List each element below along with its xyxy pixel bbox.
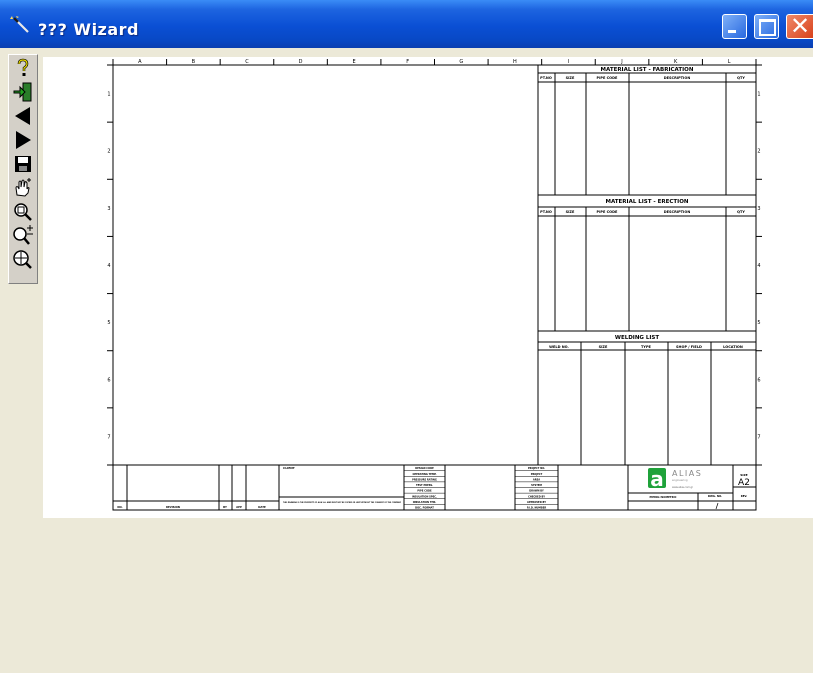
row-label: 5 (107, 320, 110, 326)
title-bar[interactable]: ??? Wizard ✕ (0, 0, 813, 48)
row-label: 2 (757, 149, 760, 155)
ere-header-pipecode: PIPE CODE (597, 210, 618, 214)
size-label: SIZE (740, 473, 748, 477)
title-block-field-label: APPROVED BY (527, 501, 546, 504)
fab-header-ptno: PT.NO (540, 76, 552, 80)
company-logo: a ALIAS engineering www.alias.com.gr (648, 467, 702, 491)
ere-header-qty: QTY (737, 210, 745, 214)
weld-header-location: LOCATION (723, 345, 743, 349)
column-label: H (513, 59, 517, 65)
weld-header-size: SIZE (599, 345, 608, 349)
row-label: 4 (107, 263, 110, 269)
title-block-field-label: P.I.D. NUMBER (527, 507, 547, 510)
company-name: ALIAS (672, 469, 702, 478)
forward-arrow-icon[interactable] (12, 129, 34, 151)
fabrication-title: MATERIAL LIST - FABRICATION (601, 67, 694, 73)
fab-header-size: SIZE (566, 76, 575, 80)
close-icon: ✕ (790, 12, 811, 40)
ere-header-size: SIZE (566, 210, 575, 214)
wizard-wand-icon (10, 16, 29, 33)
vertical-toolbar (8, 54, 38, 284)
left-margin (0, 48, 8, 673)
fab-header-qty: QTY (737, 76, 745, 80)
title-block-field-label: TEST PRESS. (416, 484, 433, 487)
row-label: 1 (757, 92, 760, 98)
exit-icon[interactable] (12, 81, 34, 103)
column-label: E (353, 59, 356, 65)
close-button[interactable]: ✕ (786, 12, 813, 40)
title-block-field-label: AREA (533, 478, 540, 481)
wizard-body-empty (43, 518, 813, 673)
rev-label: REV. (741, 494, 747, 498)
sheet-size-value: A2 (738, 478, 750, 488)
rev-header-revision: REVISION (166, 505, 180, 509)
welding-title: WELDING LIST (615, 335, 659, 341)
row-label: 5 (757, 320, 760, 326)
save-icon[interactable] (12, 153, 34, 175)
title-block-field-label: INSULATION SPEC. (412, 495, 437, 498)
drawing-canvas[interactable]: A B C D E F G H I J K L 1 1 2 2 3 3 4 4 5 5 6 6 7 7 MATERIAL LIS… (43, 57, 813, 518)
zoom-fit-icon[interactable] (12, 201, 34, 223)
maximize-button[interactable] (754, 14, 779, 39)
minimize-button[interactable] (722, 14, 747, 39)
row-label: 7 (757, 434, 760, 440)
row-label: 1 (107, 92, 110, 98)
title-block-field-label: PRESSURE RATING (412, 478, 437, 481)
drawing-sheet: A B C D E F G H I J K L 1 1 2 2 3 3 4 4 5 5 6 6 7 7 MATERIAL LIS… (107, 59, 762, 511)
company-site: www.alias.com.gr (672, 486, 693, 489)
pan-hand-icon[interactable] (12, 177, 34, 199)
row-label: 4 (757, 263, 760, 269)
title-block-field-label: OPERATING TEMP. (412, 473, 436, 476)
title-block-field-label: PROJECT NO. (528, 467, 545, 470)
back-arrow-icon[interactable] (12, 105, 34, 127)
weld-header-shopfield: SHOP / FIELD (676, 345, 702, 349)
row-label: 3 (757, 206, 760, 212)
column-label: K (674, 59, 678, 65)
help-icon[interactable] (12, 57, 34, 79)
column-label: I (568, 59, 569, 65)
title-block-field-label: INSULATION THK. (413, 501, 437, 504)
rev-header-by: BY (223, 505, 227, 509)
column-label: D (299, 59, 303, 65)
weld-header-no: WELD NO. (549, 345, 569, 349)
company-sub: engineering (672, 478, 688, 482)
row-label: 6 (107, 377, 110, 383)
title-block-field-label: DESIGN CODE (415, 467, 434, 470)
column-label: J (620, 59, 622, 65)
column-label: C (245, 59, 249, 65)
sheet-separator (715, 502, 719, 510)
title-block-field-label: CHECKED BY (528, 495, 545, 498)
fab-header-description: DESCRIPTION (664, 76, 691, 80)
ownership-note: THIS DRAWING IS THE PROPERTY OF ALIA S.A… (283, 502, 401, 504)
column-label: B (192, 59, 196, 65)
title-block-field-label: PIPE CODE (417, 490, 432, 493)
ere-header-ptno: PT.NO (540, 210, 552, 214)
column-label: F (406, 59, 409, 65)
zoom-in-out-icon[interactable] (12, 225, 34, 247)
weld-header-type: TYPE (641, 345, 651, 349)
window-title: ??? Wizard (38, 20, 139, 39)
title-block-field-label: SYSTEM (531, 484, 542, 487)
rev-header-date: DATE (258, 505, 266, 509)
client-label: CLIENT (283, 466, 296, 470)
rev-header-app: APP (236, 505, 242, 509)
title-block-field-label: DOC. FORMAT (415, 507, 434, 510)
column-label: G (459, 59, 463, 65)
column-label: A (138, 59, 142, 65)
zoom-window-icon[interactable] (12, 249, 34, 271)
rev-header-no: NO. (117, 505, 122, 509)
fab-header-pipecode: PIPE CODE (597, 76, 618, 80)
doc-type-label: PIPING ISOMETRIC (650, 495, 677, 499)
erection-title: MATERIAL LIST - ERECTION (605, 199, 688, 205)
svg-text:a: a (650, 467, 664, 491)
row-label: 6 (757, 377, 760, 383)
row-label: 7 (107, 434, 110, 440)
row-label: 2 (107, 149, 110, 155)
dwg-no-label: DWG. NO. (708, 494, 722, 498)
column-label: L (728, 59, 731, 65)
title-block-field-label: PROJECT (531, 473, 543, 476)
row-label: 3 (107, 206, 110, 212)
ere-header-description: DESCRIPTION (664, 210, 691, 214)
title-block-field-label: DRAWN BY (529, 490, 544, 493)
